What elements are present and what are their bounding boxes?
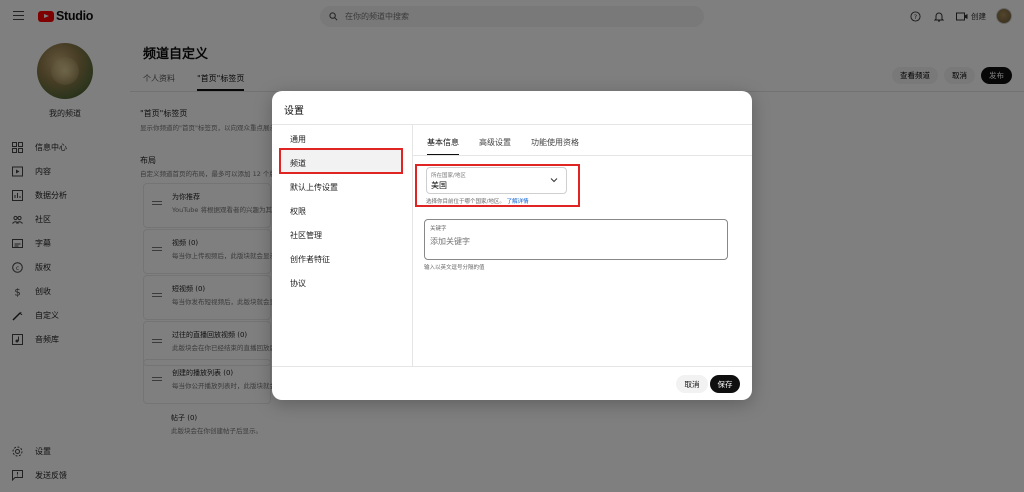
settings-nav-creator-attributes[interactable]: 创作者特征 <box>290 254 330 265</box>
country-highlight <box>415 164 580 207</box>
keywords-help: 输入以英文逗号分隔的值 <box>424 265 485 271</box>
dialog-save-button[interactable]: 保存 <box>710 375 740 393</box>
settings-dialog: 设置 通用 频道 默认上传设置 权限 社区管理 创作者特征 协议 基本信息 高级… <box>272 91 752 400</box>
settings-nav-agreements[interactable]: 协议 <box>290 278 306 289</box>
tab-advanced-settings[interactable]: 高级设置 <box>479 137 511 156</box>
keywords-input[interactable] <box>430 237 710 246</box>
settings-nav-community[interactable]: 社区管理 <box>290 230 322 241</box>
keywords-label: 关键字 <box>430 226 447 232</box>
dialog-cancel-button[interactable]: 取消 <box>676 375 708 393</box>
tab-basic-info[interactable]: 基本信息 <box>427 137 459 156</box>
settings-nav-permissions[interactable]: 权限 <box>290 206 306 217</box>
settings-tabs: 基本信息 高级设置 功能使用资格 <box>427 137 579 156</box>
tab-feature-eligibility[interactable]: 功能使用资格 <box>531 137 579 156</box>
dialog-title: 设置 <box>284 106 304 117</box>
keywords-field[interactable]: 关键字 <box>424 219 728 260</box>
settings-nav-channel[interactable]: 频道 <box>290 158 306 169</box>
dialog-footer-divider <box>272 366 752 367</box>
settings-nav-upload-defaults[interactable]: 默认上传设置 <box>290 182 338 193</box>
settings-nav-general[interactable]: 通用 <box>290 134 306 145</box>
tabs-divider <box>413 155 752 156</box>
